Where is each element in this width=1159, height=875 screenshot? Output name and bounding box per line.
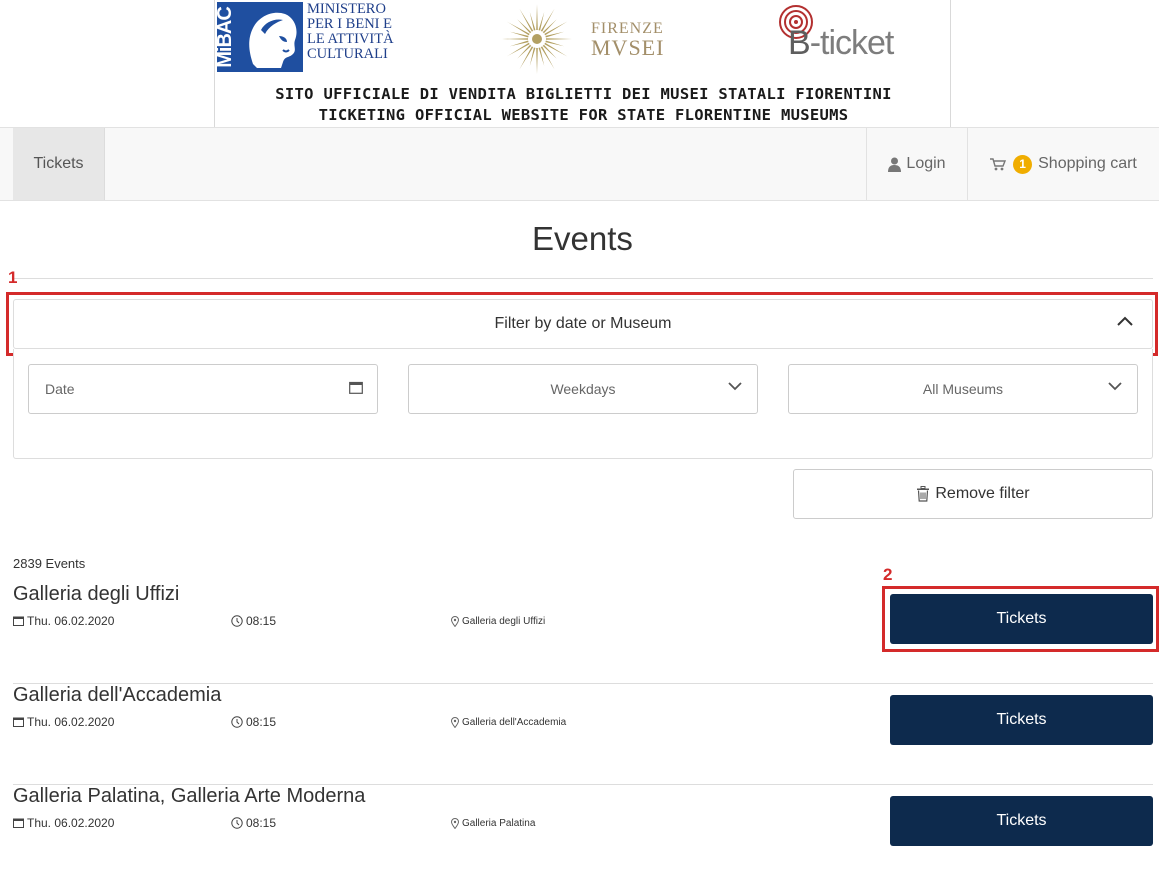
login-label: Login xyxy=(906,155,946,172)
museum-value: All Museums xyxy=(922,381,1004,397)
cart-icon xyxy=(990,157,1007,171)
event-location: Galleria Palatina xyxy=(451,818,535,829)
event-date: Thu. 06.02.2020 xyxy=(13,816,114,830)
banner-title-english: TICKETING OFFICIAL WEBSITE FOR STATE FLO… xyxy=(318,106,849,124)
user-icon xyxy=(888,157,902,172)
mibac-name: MINISTERO PER I BENI E LE ATTIVITÀ CULTU… xyxy=(307,1,394,62)
mibac-emblem-text: MiBAC xyxy=(217,7,236,68)
remove-filter-label: Remove filter xyxy=(935,485,1030,502)
calendar-icon xyxy=(13,818,24,828)
clock-icon xyxy=(231,817,243,829)
cart-label: Shopping cart xyxy=(1038,155,1137,172)
chevron-down-icon xyxy=(1108,382,1122,391)
events-count: 2839 Events xyxy=(13,556,86,571)
date-input[interactable] xyxy=(45,381,325,397)
chevron-up-icon xyxy=(1117,316,1133,326)
event-title: Galleria Palatina, Galleria Arte Moderna xyxy=(13,785,366,807)
tickets-button[interactable]: Tickets xyxy=(890,594,1153,644)
bticket-wordmark: B-ticket xyxy=(788,24,894,62)
login-link[interactable]: Login xyxy=(866,128,967,200)
weekdays-value: Weekdays xyxy=(550,381,616,397)
mibac-logo[interactable]: MiBAC MINISTERO PER I BENI E LE ATTIVITÀ… xyxy=(217,2,397,74)
calendar-icon xyxy=(13,717,24,727)
event-date: Thu. 06.02.2020 xyxy=(13,715,114,729)
page-title: Events xyxy=(532,220,633,257)
firenze-musei-logo[interactable]: FIRENZE MVSEI xyxy=(501,3,671,75)
map-pin-icon xyxy=(451,717,459,728)
remove-filter-button[interactable]: Remove filter xyxy=(793,469,1153,519)
annotation-number-2: 2 xyxy=(883,565,893,584)
trash-icon xyxy=(916,486,930,502)
bticket-logo[interactable]: B-ticket xyxy=(778,4,948,64)
mibac-emblem: MiBAC xyxy=(217,2,303,72)
title-divider xyxy=(13,278,1153,279)
nav-tickets[interactable]: Tickets xyxy=(13,128,105,200)
clock-icon xyxy=(231,716,243,728)
clock-icon xyxy=(231,615,243,627)
event-row: Galleria Palatina, Galleria Arte Moderna… xyxy=(13,785,1153,875)
date-field[interactable] xyxy=(28,364,378,414)
event-time: 08:15 xyxy=(231,816,276,830)
annotation-number-1: 1 xyxy=(8,268,18,287)
chevron-down-icon xyxy=(728,382,742,391)
tickets-button[interactable]: Tickets xyxy=(890,695,1153,745)
event-title: Galleria degli Uffizi xyxy=(13,583,180,605)
cart-count-badge: 1 xyxy=(1013,154,1033,174)
calendar-icon xyxy=(13,616,24,626)
filter-panel: Weekdays All Museums xyxy=(13,349,1153,459)
event-time: 08:15 xyxy=(231,715,276,729)
tickets-button[interactable]: Tickets xyxy=(890,796,1153,846)
map-pin-icon xyxy=(451,818,459,829)
sun-icon xyxy=(502,4,572,74)
event-date: Thu. 06.02.2020 xyxy=(13,614,114,628)
firenze-musei-name: FIRENZE MVSEI xyxy=(591,20,665,60)
event-time: 08:15 xyxy=(231,614,276,628)
header-banner: MiBAC MINISTERO PER I BENI E LE ATTIVITÀ… xyxy=(214,0,951,127)
event-row: Galleria degli Uffizi Thu. 06.02.2020 08… xyxy=(13,583,1153,684)
museum-select[interactable]: All Museums xyxy=(788,364,1138,414)
filter-toggle-label: Filter by date or Museum xyxy=(494,315,672,332)
shopping-cart-link[interactable]: 1 Shopping cart xyxy=(967,128,1159,200)
navbar: Tickets Login 1 Shopping cart xyxy=(0,127,1159,201)
map-pin-icon xyxy=(451,616,459,627)
calendar-icon[interactable] xyxy=(349,381,363,394)
weekdays-select[interactable]: Weekdays xyxy=(408,364,758,414)
filter-toggle[interactable]: Filter by date or Museum xyxy=(13,299,1153,349)
event-row: Galleria dell'Accademia Thu. 06.02.2020 … xyxy=(13,684,1153,785)
event-title: Galleria dell'Accademia xyxy=(13,684,222,706)
statue-head-icon xyxy=(249,12,297,68)
event-location: Galleria dell'Accademia xyxy=(451,717,566,728)
event-location: Galleria degli Uffizi xyxy=(451,616,545,627)
banner-title-italian: SITO UFFICIALE DI VENDITA BIGLIETTI DEI … xyxy=(275,85,892,103)
